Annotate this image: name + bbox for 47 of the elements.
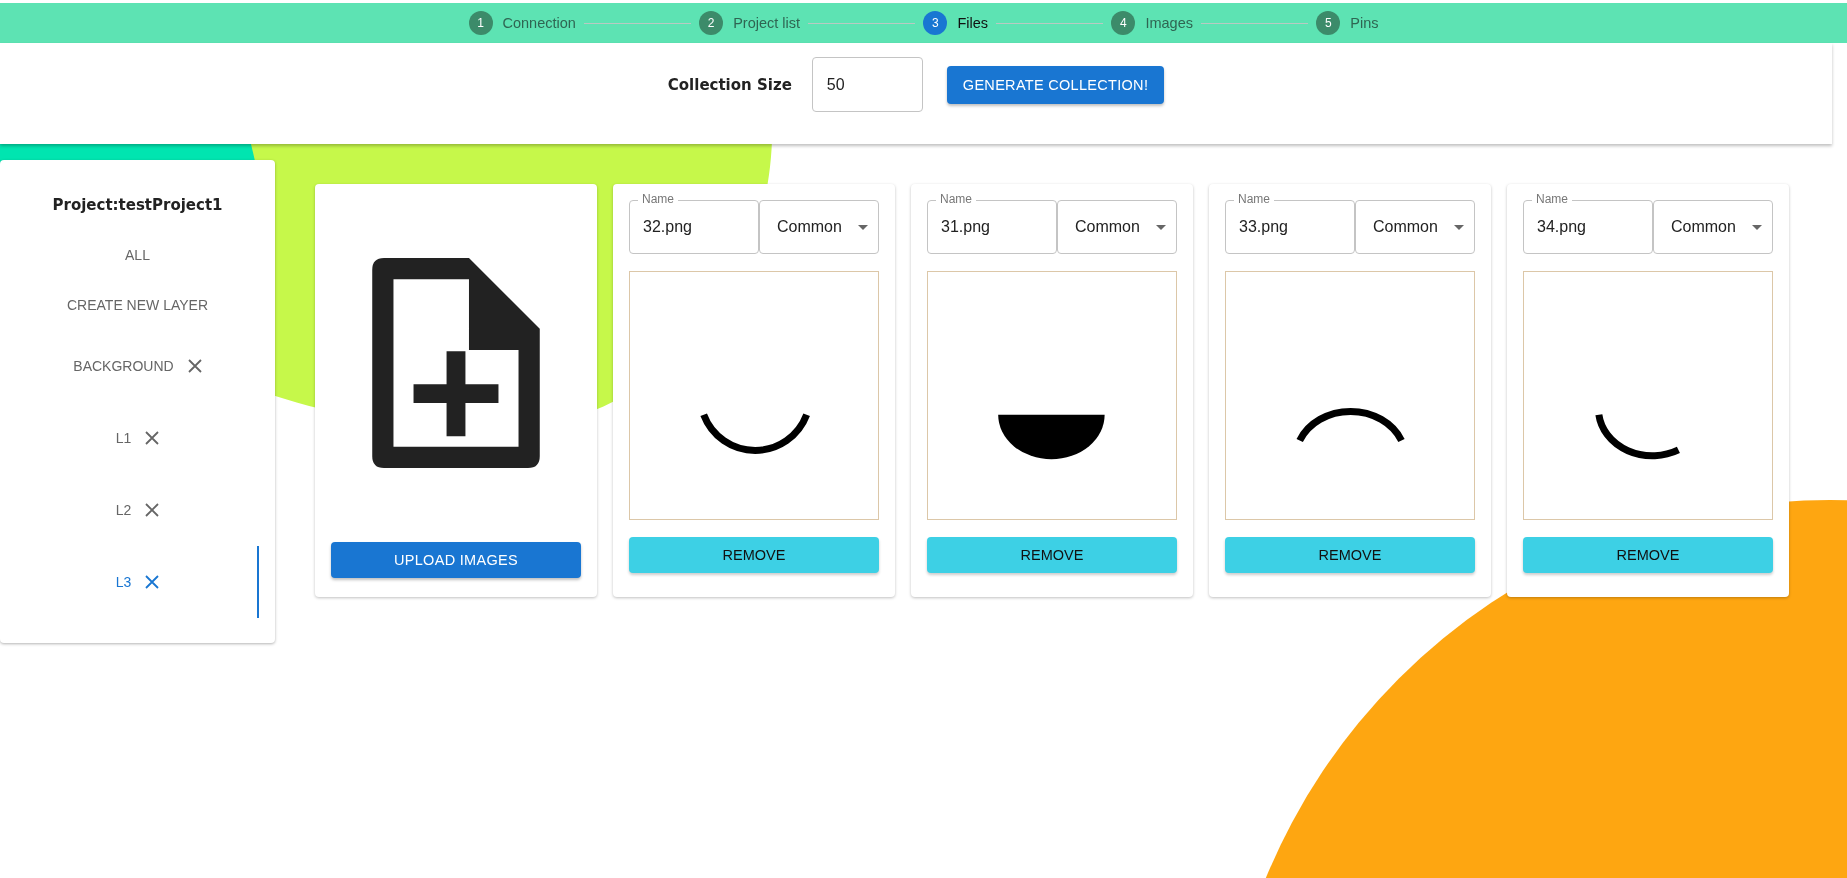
- close-icon[interactable]: [145, 431, 160, 445]
- remove-button[interactable]: REMOVE: [1225, 537, 1475, 573]
- layer-tab[interactable]: L1: [115, 430, 132, 446]
- field-label: Name: [638, 192, 678, 206]
- remove-button[interactable]: REMOVE: [927, 537, 1177, 573]
- sidebar-tab[interactable]: ALL: [125, 247, 150, 263]
- add-file-icon: [372, 257, 540, 468]
- step-number[interactable]: 5: [1316, 11, 1341, 35]
- layer-tab[interactable]: L2: [115, 502, 132, 518]
- field-value: 32.png: [643, 218, 692, 236]
- layer-tab[interactable]: BACKGROUND: [73, 358, 174, 374]
- step-number[interactable]: 3: [923, 11, 948, 35]
- field-label: Name: [1532, 192, 1572, 206]
- step-label[interactable]: Files: [957, 15, 989, 31]
- step-label[interactable]: Connection: [502, 15, 576, 31]
- generate-button[interactable]: GENERATE COLLECTION!: [946, 65, 1165, 104]
- collection-size-field[interactable]: 50: [811, 57, 923, 112]
- rarity-select[interactable]: Common: [1653, 200, 1773, 254]
- step-number[interactable]: 4: [1111, 11, 1136, 35]
- close-icon[interactable]: [145, 575, 160, 589]
- caret-icon: [858, 224, 868, 230]
- project-title: Project:testProject1: [52, 196, 223, 214]
- field-label: Name: [1234, 192, 1274, 206]
- sidebar-tab[interactable]: CREATE NEW LAYER: [66, 297, 209, 313]
- step-label[interactable]: Pins: [1350, 15, 1379, 31]
- caret-icon: [1752, 224, 1762, 230]
- remove-button[interactable]: REMOVE: [1523, 537, 1773, 573]
- field-value: 34.png: [1537, 218, 1586, 236]
- step-label[interactable]: Images: [1145, 15, 1193, 31]
- field-label: Name: [936, 192, 976, 206]
- upload-button[interactable]: UPLOAD IMAGES: [331, 542, 581, 578]
- rarity-select[interactable]: Common: [759, 200, 879, 254]
- field-value: 33.png: [1239, 218, 1288, 236]
- rarity-select[interactable]: Common: [1057, 200, 1177, 254]
- caret-icon: [1454, 224, 1464, 230]
- step-number[interactable]: 2: [699, 11, 724, 35]
- collection-size-label: Collection Size: [667, 75, 792, 94]
- field-value: 31.png: [941, 218, 990, 236]
- layer-tab[interactable]: L3: [115, 574, 132, 590]
- step-number[interactable]: 1: [468, 11, 493, 35]
- rarity-select[interactable]: Common: [1355, 200, 1475, 254]
- selected-indicator: [257, 546, 259, 618]
- remove-button[interactable]: REMOVE: [629, 537, 879, 573]
- close-icon[interactable]: [187, 359, 202, 373]
- close-icon[interactable]: [145, 503, 160, 517]
- step-label[interactable]: Project list: [733, 15, 801, 31]
- caret-icon: [1156, 224, 1166, 230]
